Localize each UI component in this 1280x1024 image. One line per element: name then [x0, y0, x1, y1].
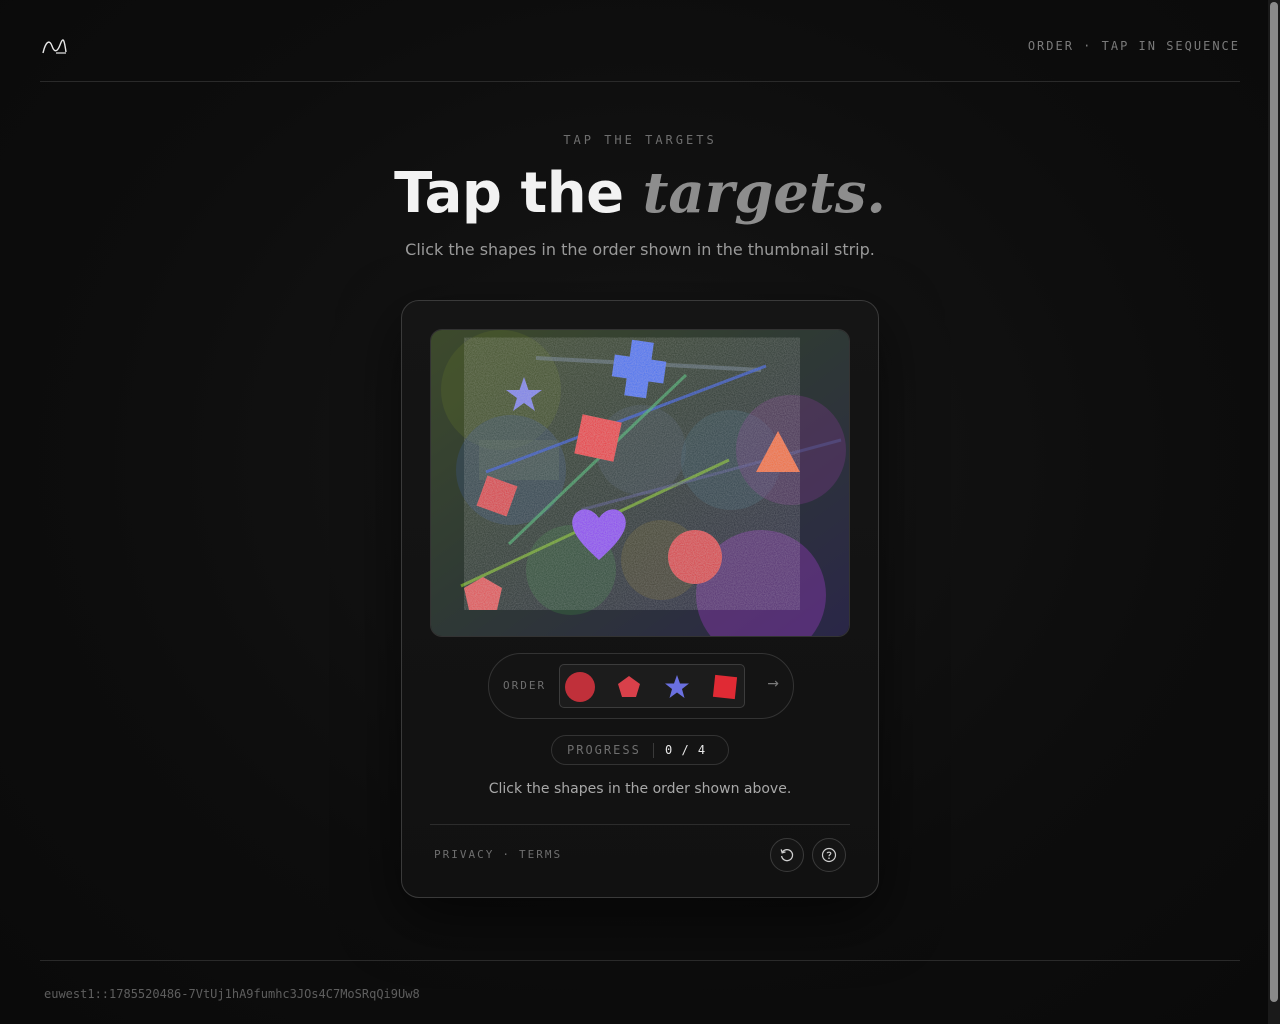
page-subtitle: Click the shapes in the order shown in t… [405, 240, 875, 259]
order-thumb-star [665, 675, 689, 698]
help-icon [821, 847, 837, 863]
wave-logo-icon [42, 39, 67, 54]
challenge-canvas[interactable] [430, 329, 850, 637]
terms-link[interactable]: TERMS [519, 848, 562, 861]
order-thumbnails [559, 664, 745, 708]
instruction-text: Click the shapes in the order shown abov… [488, 781, 792, 797]
help-button[interactable] [812, 838, 846, 872]
footer-divider [40, 960, 1240, 961]
privacy-link[interactable]: PRIVACY [434, 848, 494, 861]
refresh-button[interactable] [770, 838, 804, 872]
link-separator: · [502, 848, 511, 861]
order-thumb-circle [565, 672, 595, 702]
challenge-card: ORDER → PROGRESS 0 / 4 Click the shapes … [401, 300, 879, 898]
order-next-arrow[interactable]: → [767, 676, 779, 692]
progress-divider [653, 743, 654, 758]
card-divider [430, 824, 850, 825]
card-footer-links: PRIVACY · TERMS [434, 848, 562, 861]
order-label: ORDER [503, 679, 547, 692]
title-emphasis: targets. [642, 160, 886, 226]
order-strip: ORDER → [488, 653, 794, 719]
scrollbar-thumb[interactable] [1270, 2, 1278, 1002]
order-thumb-square [712, 674, 738, 700]
eyebrow-label: TAP THE TARGETS [563, 133, 717, 147]
top-nav-text: ORDER · TAP IN SEQUENCE [1027, 39, 1240, 53]
progress-pill: PROGRESS 0 / 4 [551, 735, 729, 765]
progress-value: 0 / 4 [665, 743, 707, 757]
page-title: Tap the targets. [0, 160, 1280, 227]
progress-label: PROGRESS [567, 743, 641, 757]
refresh-icon [780, 848, 794, 862]
session-id: euwest1::1785520486-7VtUj1hA9fumhc3JOs4C… [44, 987, 420, 1001]
title-plain: Tap the [394, 161, 643, 226]
top-bar: ORDER · TAP IN SEQUENCE [40, 0, 1240, 82]
order-thumb-pentagon [618, 676, 640, 697]
scrollbar[interactable] [1268, 0, 1280, 1024]
